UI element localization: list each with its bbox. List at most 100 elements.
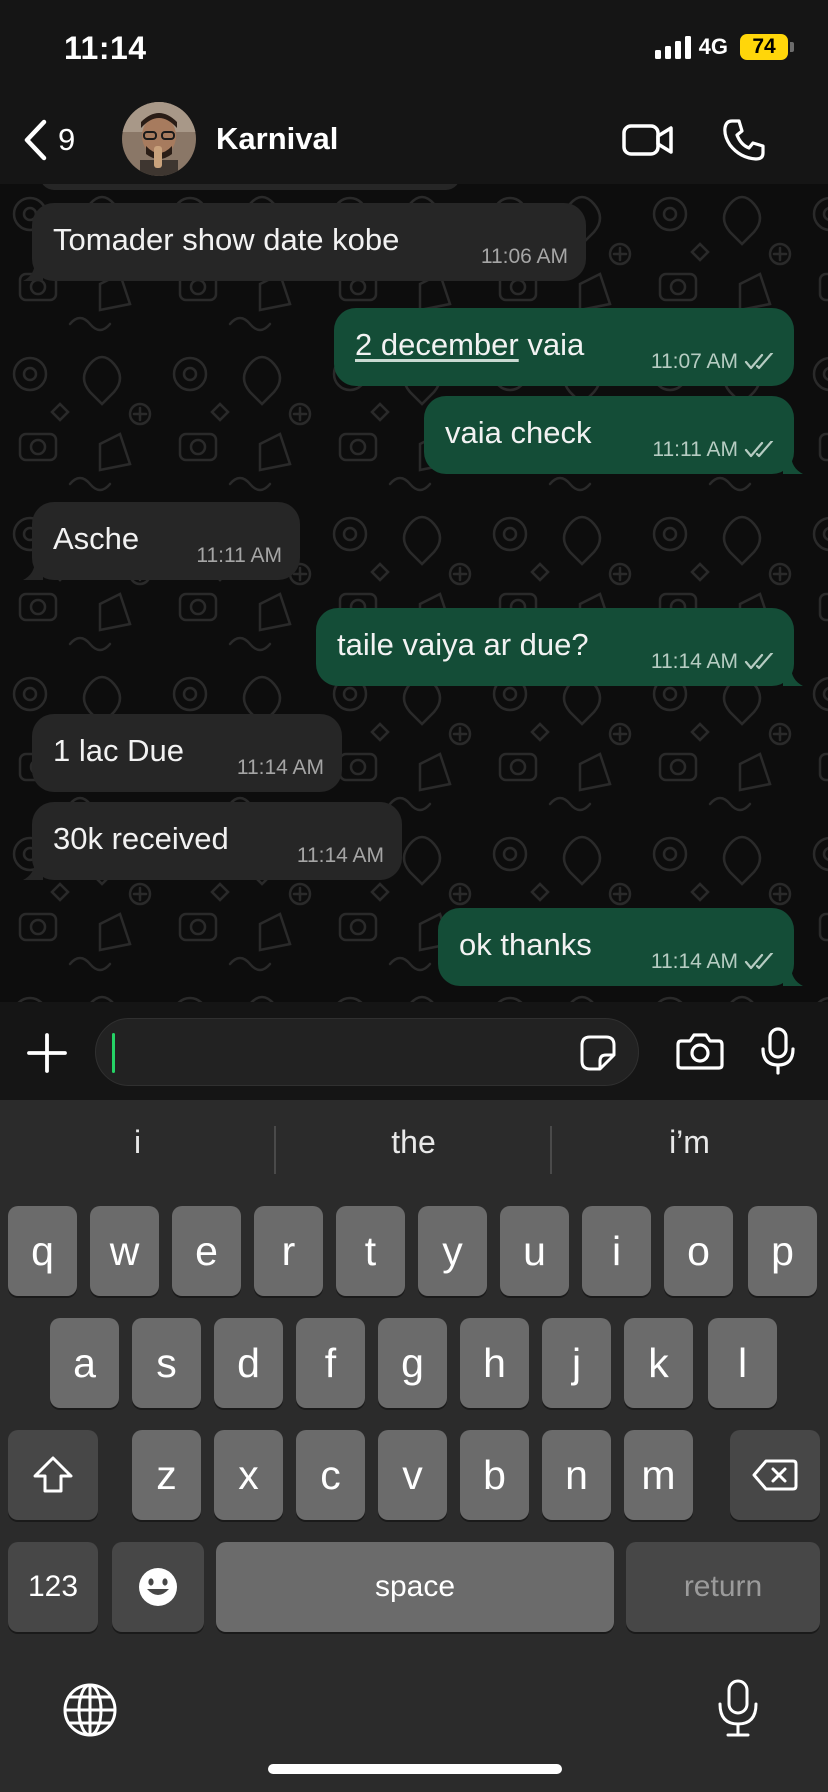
key[interactable]: y: [418, 1206, 487, 1296]
numbers-key[interactable]: 123: [8, 1542, 98, 1632]
message-outgoing[interactable]: vaia check 11:11 AM: [424, 396, 803, 474]
keyboard: i the i’m q w e r t y u i o p a s d f g …: [0, 1100, 828, 1792]
message-meta: 11:14 AM: [651, 650, 776, 674]
key[interactable]: z: [132, 1430, 201, 1520]
message-incoming[interactable]: Tomader show date kobe 11:06 AM: [23, 203, 586, 281]
key[interactable]: l: [708, 1318, 777, 1408]
shift-icon: [33, 1456, 73, 1493]
battery-level: 74: [752, 35, 776, 58]
message-outgoing[interactable]: taile vaiya ar due? 11:14 AM: [316, 608, 803, 686]
battery-tip: [790, 42, 794, 52]
key[interactable]: p: [748, 1206, 817, 1296]
double-check-icon: [744, 653, 774, 670]
message-time: 11:11 AM: [652, 438, 738, 461]
bubble-tail: [783, 966, 803, 986]
microphone-icon: [718, 1679, 758, 1737]
key[interactable]: o: [664, 1206, 733, 1296]
message-time: 11:06 AM: [480, 245, 568, 268]
video-call-button[interactable]: [622, 120, 674, 165]
key[interactable]: w: [90, 1206, 159, 1296]
message-incoming[interactable]: 30k received 11:14 AM: [23, 802, 402, 880]
shift-key[interactable]: [8, 1430, 98, 1520]
bubble-tail: [783, 666, 803, 686]
previous-message-edge: [40, 184, 460, 190]
message-text: Tomader show date kobe: [53, 222, 400, 257]
key[interactable]: q: [8, 1206, 77, 1296]
status-indicators: 4G 74: [654, 34, 794, 60]
key[interactable]: x: [214, 1430, 283, 1520]
dictation-button[interactable]: [716, 1678, 760, 1743]
globe-icon: [63, 1683, 117, 1737]
chevron-left-icon: [24, 119, 47, 161]
message-meta: 11:14 AM: [651, 950, 776, 974]
emoji-icon: [139, 1568, 177, 1606]
message-text: 2 december vaia: [355, 327, 584, 363]
key[interactable]: m: [624, 1430, 693, 1520]
sticker-button[interactable]: [578, 1033, 618, 1078]
back-button[interactable]: 9: [22, 118, 75, 162]
camera-icon: [676, 1033, 724, 1070]
message-list[interactable]: Tomader show date kobe 11:06 AM 2 decemb…: [0, 184, 828, 1002]
key[interactable]: f: [296, 1318, 365, 1408]
key[interactable]: i: [582, 1206, 651, 1296]
key[interactable]: j: [542, 1318, 611, 1408]
space-key[interactable]: space: [216, 1542, 614, 1632]
key[interactable]: n: [542, 1430, 611, 1520]
key[interactable]: s: [132, 1318, 201, 1408]
backspace-icon: [752, 1459, 798, 1491]
key[interactable]: d: [214, 1318, 283, 1408]
message-text: ok thanks: [459, 927, 592, 962]
microphone-icon: [761, 1027, 795, 1075]
message-time: 11:11 AM: [196, 544, 282, 567]
status-time: 11:14: [64, 30, 147, 66]
key[interactable]: v: [378, 1430, 447, 1520]
key[interactable]: u: [500, 1206, 569, 1296]
attach-button[interactable]: [26, 1032, 68, 1079]
camera-button[interactable]: [676, 1031, 724, 1076]
key[interactable]: e: [172, 1206, 241, 1296]
bubble-tail: [23, 261, 43, 281]
message-input[interactable]: [95, 1018, 639, 1086]
message-text: taile vaiya ar due?: [337, 627, 589, 662]
contact-name[interactable]: Karnival: [216, 121, 338, 157]
suggestion-2[interactable]: the: [276, 1124, 551, 1161]
emoji-key[interactable]: [112, 1542, 204, 1632]
key[interactable]: a: [50, 1318, 119, 1408]
network-type: 4G: [698, 34, 728, 59]
avatar[interactable]: [122, 102, 196, 176]
bubble-tail: [23, 560, 43, 580]
message-composer: [0, 1002, 828, 1100]
language-button[interactable]: [62, 1682, 118, 1743]
message-meta: 11:11 AM: [652, 438, 776, 462]
home-indicator[interactable]: [268, 1764, 562, 1774]
message-outgoing[interactable]: ok thanks 11:14 AM: [438, 908, 803, 986]
double-check-icon: [744, 441, 774, 458]
avatar-image: [122, 102, 196, 176]
double-check-icon: [744, 953, 774, 970]
video-camera-icon: [622, 124, 673, 156]
suggestion-3[interactable]: i’m: [552, 1124, 827, 1161]
key[interactable]: r: [254, 1206, 323, 1296]
key[interactable]: c: [296, 1430, 365, 1520]
message-meta: 11:07 AM: [651, 350, 776, 374]
message-outgoing[interactable]: 2 december vaia 11:07 AM: [334, 308, 794, 386]
message-text: 1 lac Due: [53, 733, 184, 768]
backspace-key[interactable]: [730, 1430, 820, 1520]
status-bar: 11:14 4G 74: [0, 0, 828, 100]
bubble-tail: [783, 454, 803, 474]
voice-note-button[interactable]: [760, 1027, 796, 1080]
key[interactable]: t: [336, 1206, 405, 1296]
suggestion-1[interactable]: i: [0, 1124, 275, 1161]
message-time: 11:14 AM: [236, 756, 324, 779]
key[interactable]: h: [460, 1318, 529, 1408]
key[interactable]: k: [624, 1318, 693, 1408]
date-link[interactable]: 2 december: [355, 327, 519, 362]
voice-call-button[interactable]: [722, 118, 766, 167]
message-incoming[interactable]: Asche 11:11 AM: [23, 502, 300, 580]
key[interactable]: b: [460, 1430, 529, 1520]
unread-count: 9: [58, 122, 76, 157]
message-incoming[interactable]: 1 lac Due 11:14 AM: [32, 714, 342, 792]
key[interactable]: g: [378, 1318, 447, 1408]
return-key[interactable]: return: [626, 1542, 820, 1632]
text-caret: [112, 1033, 115, 1073]
